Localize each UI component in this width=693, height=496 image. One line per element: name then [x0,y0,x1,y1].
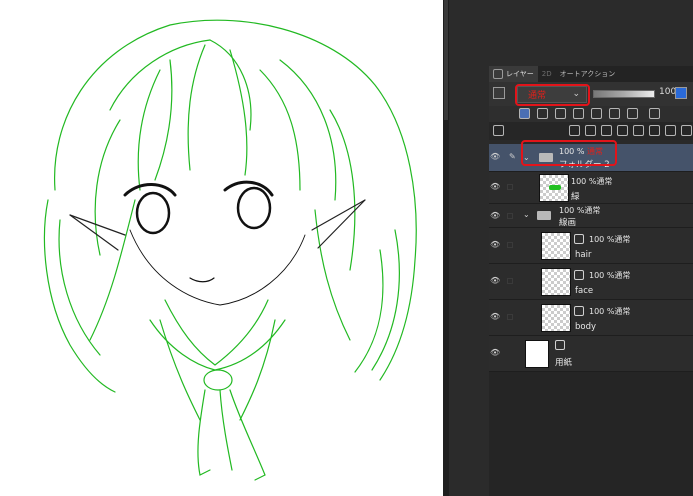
layer-percent: 100 % [589,235,615,244]
lock-box[interactable] [507,314,513,320]
canvas-scrollbar[interactable] [444,0,448,120]
layer-name: hair [575,250,592,260]
lock-transparent-icon[interactable] [591,108,602,119]
eye-icon[interactable]: 👁 [490,153,502,161]
mask-layer-icon[interactable] [649,125,660,136]
layer-name: 用紙 [555,358,573,368]
layers-icon [493,69,503,79]
highlight-box-folder [521,140,617,166]
layer-row-body[interactable]: 👁 100 %通常 body [489,300,693,336]
layer-row-paper[interactable]: 👁 用紙 [489,336,693,372]
tab-layer[interactable]: レイヤー [489,66,538,82]
panel-top-area [449,0,693,66]
eye-icon[interactable]: 👁 [490,349,502,357]
layer-mode: 通常 [614,307,631,316]
eye-icon[interactable]: 👁 [490,212,502,220]
layer-options-row [489,106,693,122]
layer-panel: レイヤー 2D オートアクション 通常 ⌄ 100 👁 ✎ ⌄ 100 % 通常… [449,0,693,496]
delete-layer-icon[interactable] [681,125,692,136]
panel-left-strip [449,66,489,496]
layer-row-lineart-folder[interactable]: 👁 ⌄ 100 %通常 線画 [489,204,693,228]
layer-mode: 通常 [584,206,601,215]
layer-name: 線画 [559,218,577,228]
tab-auto-action[interactable]: オートアクション [556,66,620,82]
opacity-value[interactable]: 100 [659,87,676,97]
layer-list-empty-area [489,372,693,496]
opacity-slider[interactable] [593,90,655,98]
layer-percent: 100 % [589,271,615,280]
layer-commands-row [489,122,693,140]
clip-icon[interactable] [519,108,530,119]
pen-icon: ✎ [509,152,516,161]
layer-percent: 100 % [571,177,597,186]
eye-icon[interactable]: 👁 [490,277,502,285]
apply-mask-icon[interactable] [665,125,676,136]
paper-layer-icon [555,340,565,350]
tab-2d[interactable]: 2D [538,66,556,82]
lock-box[interactable] [507,213,513,219]
vector-layer-icon [574,306,584,316]
vector-layer-icon [574,270,584,280]
eye-icon[interactable]: 👁 [490,313,502,321]
merge-down-icon[interactable] [633,125,644,136]
layer-color-icon[interactable] [493,87,505,99]
layer-menu-icon[interactable] [493,125,504,136]
character-lineart [43,19,417,481]
eye-icon[interactable]: 👁 [490,183,502,191]
ruler-icon[interactable] [627,108,638,119]
lock-box[interactable] [507,278,513,284]
layer-mode: 通常 [614,271,631,280]
color-swatch-icon[interactable] [675,87,687,99]
folder-icon [537,211,551,220]
layer-thumbnail [541,304,571,332]
mask-icon[interactable] [609,108,620,119]
panel-tabs: レイヤー 2D オートアクション [489,66,693,82]
lock-box[interactable] [507,242,513,248]
layer-mode: 通常 [596,177,613,186]
layer-row-green[interactable]: 👁 100 %通常 緑 [489,172,693,204]
new-raster-icon[interactable] [569,125,580,136]
layer-percent: 100 % [559,206,585,215]
copy-layer-icon[interactable] [617,125,628,136]
lock-box[interactable] [507,184,513,190]
highlight-box [515,84,590,106]
chevron-down-icon[interactable]: ⌄ [523,210,530,219]
reference-icon[interactable] [537,108,548,119]
layer-row-hair[interactable]: 👁 100 %通常 hair [489,228,693,264]
vector-layer-icon [574,234,584,244]
layer-thumbnail [541,232,571,260]
layer-name: 緑 [571,192,580,202]
blend-row: 通常 ⌄ 100 [489,82,693,106]
lock-icon[interactable] [573,108,584,119]
layer-thumbnail [541,268,571,296]
layer-name: face [575,286,594,296]
layer-thumbnail [525,340,549,368]
drawing-canvas[interactable] [0,0,443,496]
layer-name: body [575,322,597,332]
new-vector-icon[interactable] [585,125,596,136]
eye-icon[interactable]: 👁 [490,241,502,249]
palette-color-icon[interactable] [649,108,660,119]
layer-mode: 通常 [614,235,631,244]
draft-icon[interactable] [555,108,566,119]
new-folder-icon[interactable] [601,125,612,136]
layer-percent: 100 % [589,307,615,316]
layer-row-face[interactable]: 👁 100 %通常 face [489,264,693,300]
layer-thumbnail [539,174,569,202]
